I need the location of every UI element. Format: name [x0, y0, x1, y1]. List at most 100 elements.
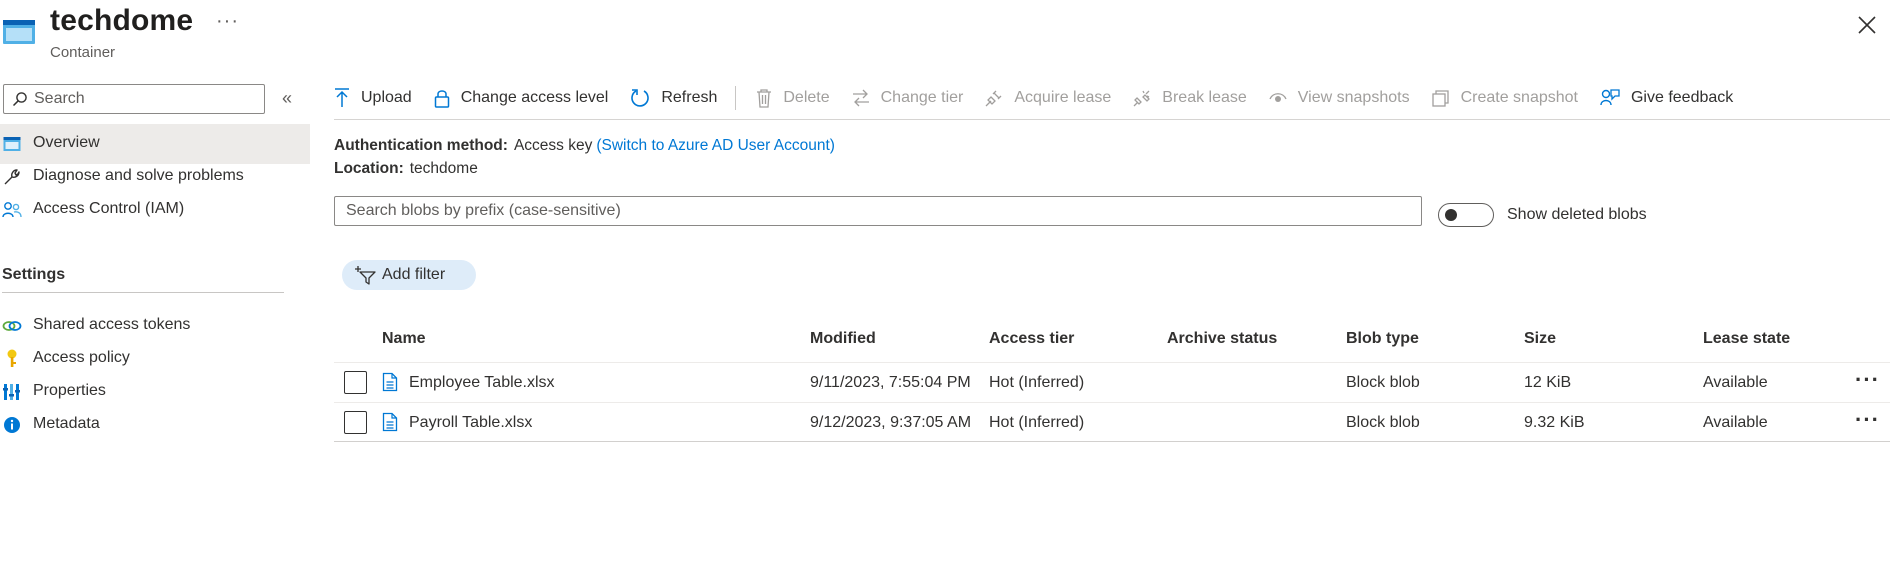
trash-icon	[757, 89, 772, 108]
delete-button[interactable]: Delete	[756, 88, 830, 108]
sidebar-search-input[interactable]	[34, 88, 258, 110]
give-feedback-button[interactable]: Give feedback	[1600, 88, 1733, 108]
view-snapshots-label: View snapshots	[1297, 89, 1410, 106]
search-icon	[12, 92, 27, 107]
column-header-name[interactable]: Name	[382, 330, 426, 348]
collapse-sidebar-icon[interactable]: «	[282, 88, 292, 109]
cell-lease-state: Available	[1703, 374, 1768, 391]
refresh-button[interactable]: Refresh	[630, 88, 717, 108]
blob-search-box[interactable]	[334, 196, 1422, 226]
location-value: techdome	[409, 160, 478, 177]
column-header-archive-status[interactable]: Archive status	[1167, 330, 1277, 348]
sidebar-item-label: Shared access tokens	[33, 316, 191, 333]
create-snapshot-label: Create snapshot	[1460, 89, 1578, 106]
info-icon	[2, 415, 22, 435]
settings-section-title: Settings	[2, 266, 66, 283]
acquire-lease-label: Acquire lease	[1014, 89, 1112, 106]
section-divider	[2, 292, 284, 293]
people-icon	[2, 200, 22, 220]
command-bar: Upload Change access level Refresh Delet…	[334, 82, 1755, 114]
change-tier-button[interactable]: Change tier	[852, 89, 964, 107]
change-access-level-button[interactable]: Change access level	[434, 88, 608, 108]
sidebar-item-label: Access policy	[33, 349, 130, 366]
sidebar-item-label: Access Control (IAM)	[33, 200, 185, 217]
more-options-icon[interactable]: ···	[216, 10, 239, 33]
close-icon[interactable]	[1856, 14, 1878, 36]
row-checkbox[interactable]	[344, 411, 367, 434]
sidebar-item-label: Metadata	[33, 415, 100, 432]
show-deleted-toggle[interactable]	[1438, 203, 1494, 227]
add-filter-button[interactable]: Add filter	[342, 260, 476, 290]
column-header-access-tier[interactable]: Access tier	[989, 330, 1074, 348]
broken-plug-icon	[1133, 90, 1151, 107]
sidebar-search[interactable]	[3, 84, 265, 114]
sidebar-item-label: Diagnose and solve problems	[33, 167, 244, 184]
delete-label: Delete	[783, 89, 830, 106]
cell-modified: 9/11/2023, 7:55:04 PM	[810, 374, 971, 391]
show-deleted-label: Show deleted blobs	[1507, 206, 1647, 223]
switch-auth-link[interactable]: (Switch to Azure AD User Account)	[596, 137, 835, 154]
file-icon	[382, 412, 398, 432]
properties-icon	[2, 382, 22, 402]
toolbar-divider-line	[334, 119, 1890, 120]
key-icon	[2, 349, 22, 369]
give-feedback-label: Give feedback	[1630, 89, 1734, 106]
container-icon	[2, 134, 22, 154]
add-filter-icon	[355, 266, 376, 285]
upload-button[interactable]: Upload	[334, 88, 412, 108]
cell-access-tier: Hot (Inferred)	[989, 374, 1085, 391]
cell-access-tier: Hot (Inferred)	[989, 414, 1085, 431]
blade-header: techdome ··· Container	[0, 0, 1896, 70]
sidebar-item-label: Overview	[33, 134, 100, 151]
column-header-size[interactable]: Size	[1524, 330, 1556, 348]
break-lease-label: Break lease	[1162, 89, 1247, 106]
upload-label: Upload	[361, 89, 412, 106]
auth-method-line: Authentication method: Access key (Switch …	[334, 137, 835, 155]
container-icon	[3, 20, 35, 44]
change-tier-label: Change tier	[880, 89, 964, 106]
cell-lease-state: Available	[1703, 414, 1768, 431]
add-filter-label: Add filter	[382, 266, 446, 283]
eye-icon	[1269, 93, 1287, 102]
sidebar: « Overview Diagnose and solve problems A…	[0, 70, 310, 581]
view-snapshots-button[interactable]: View snapshots	[1269, 89, 1410, 107]
table-row[interactable]: Payroll Table.xlsx 9/12/2023, 9:37:05 AM…	[334, 402, 1890, 442]
refresh-icon	[631, 89, 650, 107]
cell-size: 12 KiB	[1524, 374, 1572, 391]
plug-icon	[985, 90, 1002, 107]
blob-name-link[interactable]: Payroll Table.xlsx	[409, 414, 532, 432]
cell-modified: 9/12/2023, 9:37:05 AM	[810, 414, 972, 431]
file-icon	[382, 372, 398, 392]
toggle-knob	[1445, 209, 1457, 221]
column-header-blob-type[interactable]: Blob type	[1346, 330, 1419, 348]
sidebar-item-label: Properties	[33, 382, 106, 399]
auth-method-value: Access key	[513, 137, 593, 154]
blob-name-link[interactable]: Employee Table.xlsx	[409, 374, 555, 392]
cell-blob-type: Block blob	[1346, 374, 1420, 391]
break-lease-button[interactable]: Break lease	[1133, 89, 1247, 107]
wrench-icon	[2, 167, 22, 187]
sidebar-item-iam[interactable]: Access Control (IAM)	[0, 190, 310, 230]
lock-icon	[434, 90, 449, 108]
location-label: Location:	[334, 160, 404, 177]
sidebar-item-metadata[interactable]: Metadata	[0, 405, 310, 445]
column-header-lease-state[interactable]: Lease state	[1703, 330, 1790, 348]
acquire-lease-button[interactable]: Acquire lease	[985, 89, 1111, 107]
toolbar-divider	[735, 86, 737, 110]
create-snapshot-button[interactable]: Create snapshot	[1431, 89, 1578, 107]
cell-size: 9.32 KiB	[1524, 414, 1585, 431]
swap-arrows-icon	[852, 89, 869, 107]
refresh-label: Refresh	[661, 89, 718, 106]
auth-method-label: Authentication method:	[334, 137, 508, 154]
blob-search-input[interactable]	[346, 200, 1406, 222]
row-more-icon[interactable]: ···	[1855, 367, 1880, 393]
page-subtitle: Container	[50, 44, 116, 61]
location-line: Location: techdome	[334, 160, 478, 178]
row-more-icon[interactable]: ···	[1855, 407, 1880, 433]
row-checkbox[interactable]	[344, 371, 367, 394]
snapshot-icon	[1431, 90, 1449, 107]
table-row[interactable]: Employee Table.xlsx 9/11/2023, 7:55:04 P…	[334, 362, 1890, 402]
column-header-modified[interactable]: Modified	[810, 330, 876, 348]
link-icon	[2, 316, 22, 336]
upload-icon	[335, 88, 349, 107]
